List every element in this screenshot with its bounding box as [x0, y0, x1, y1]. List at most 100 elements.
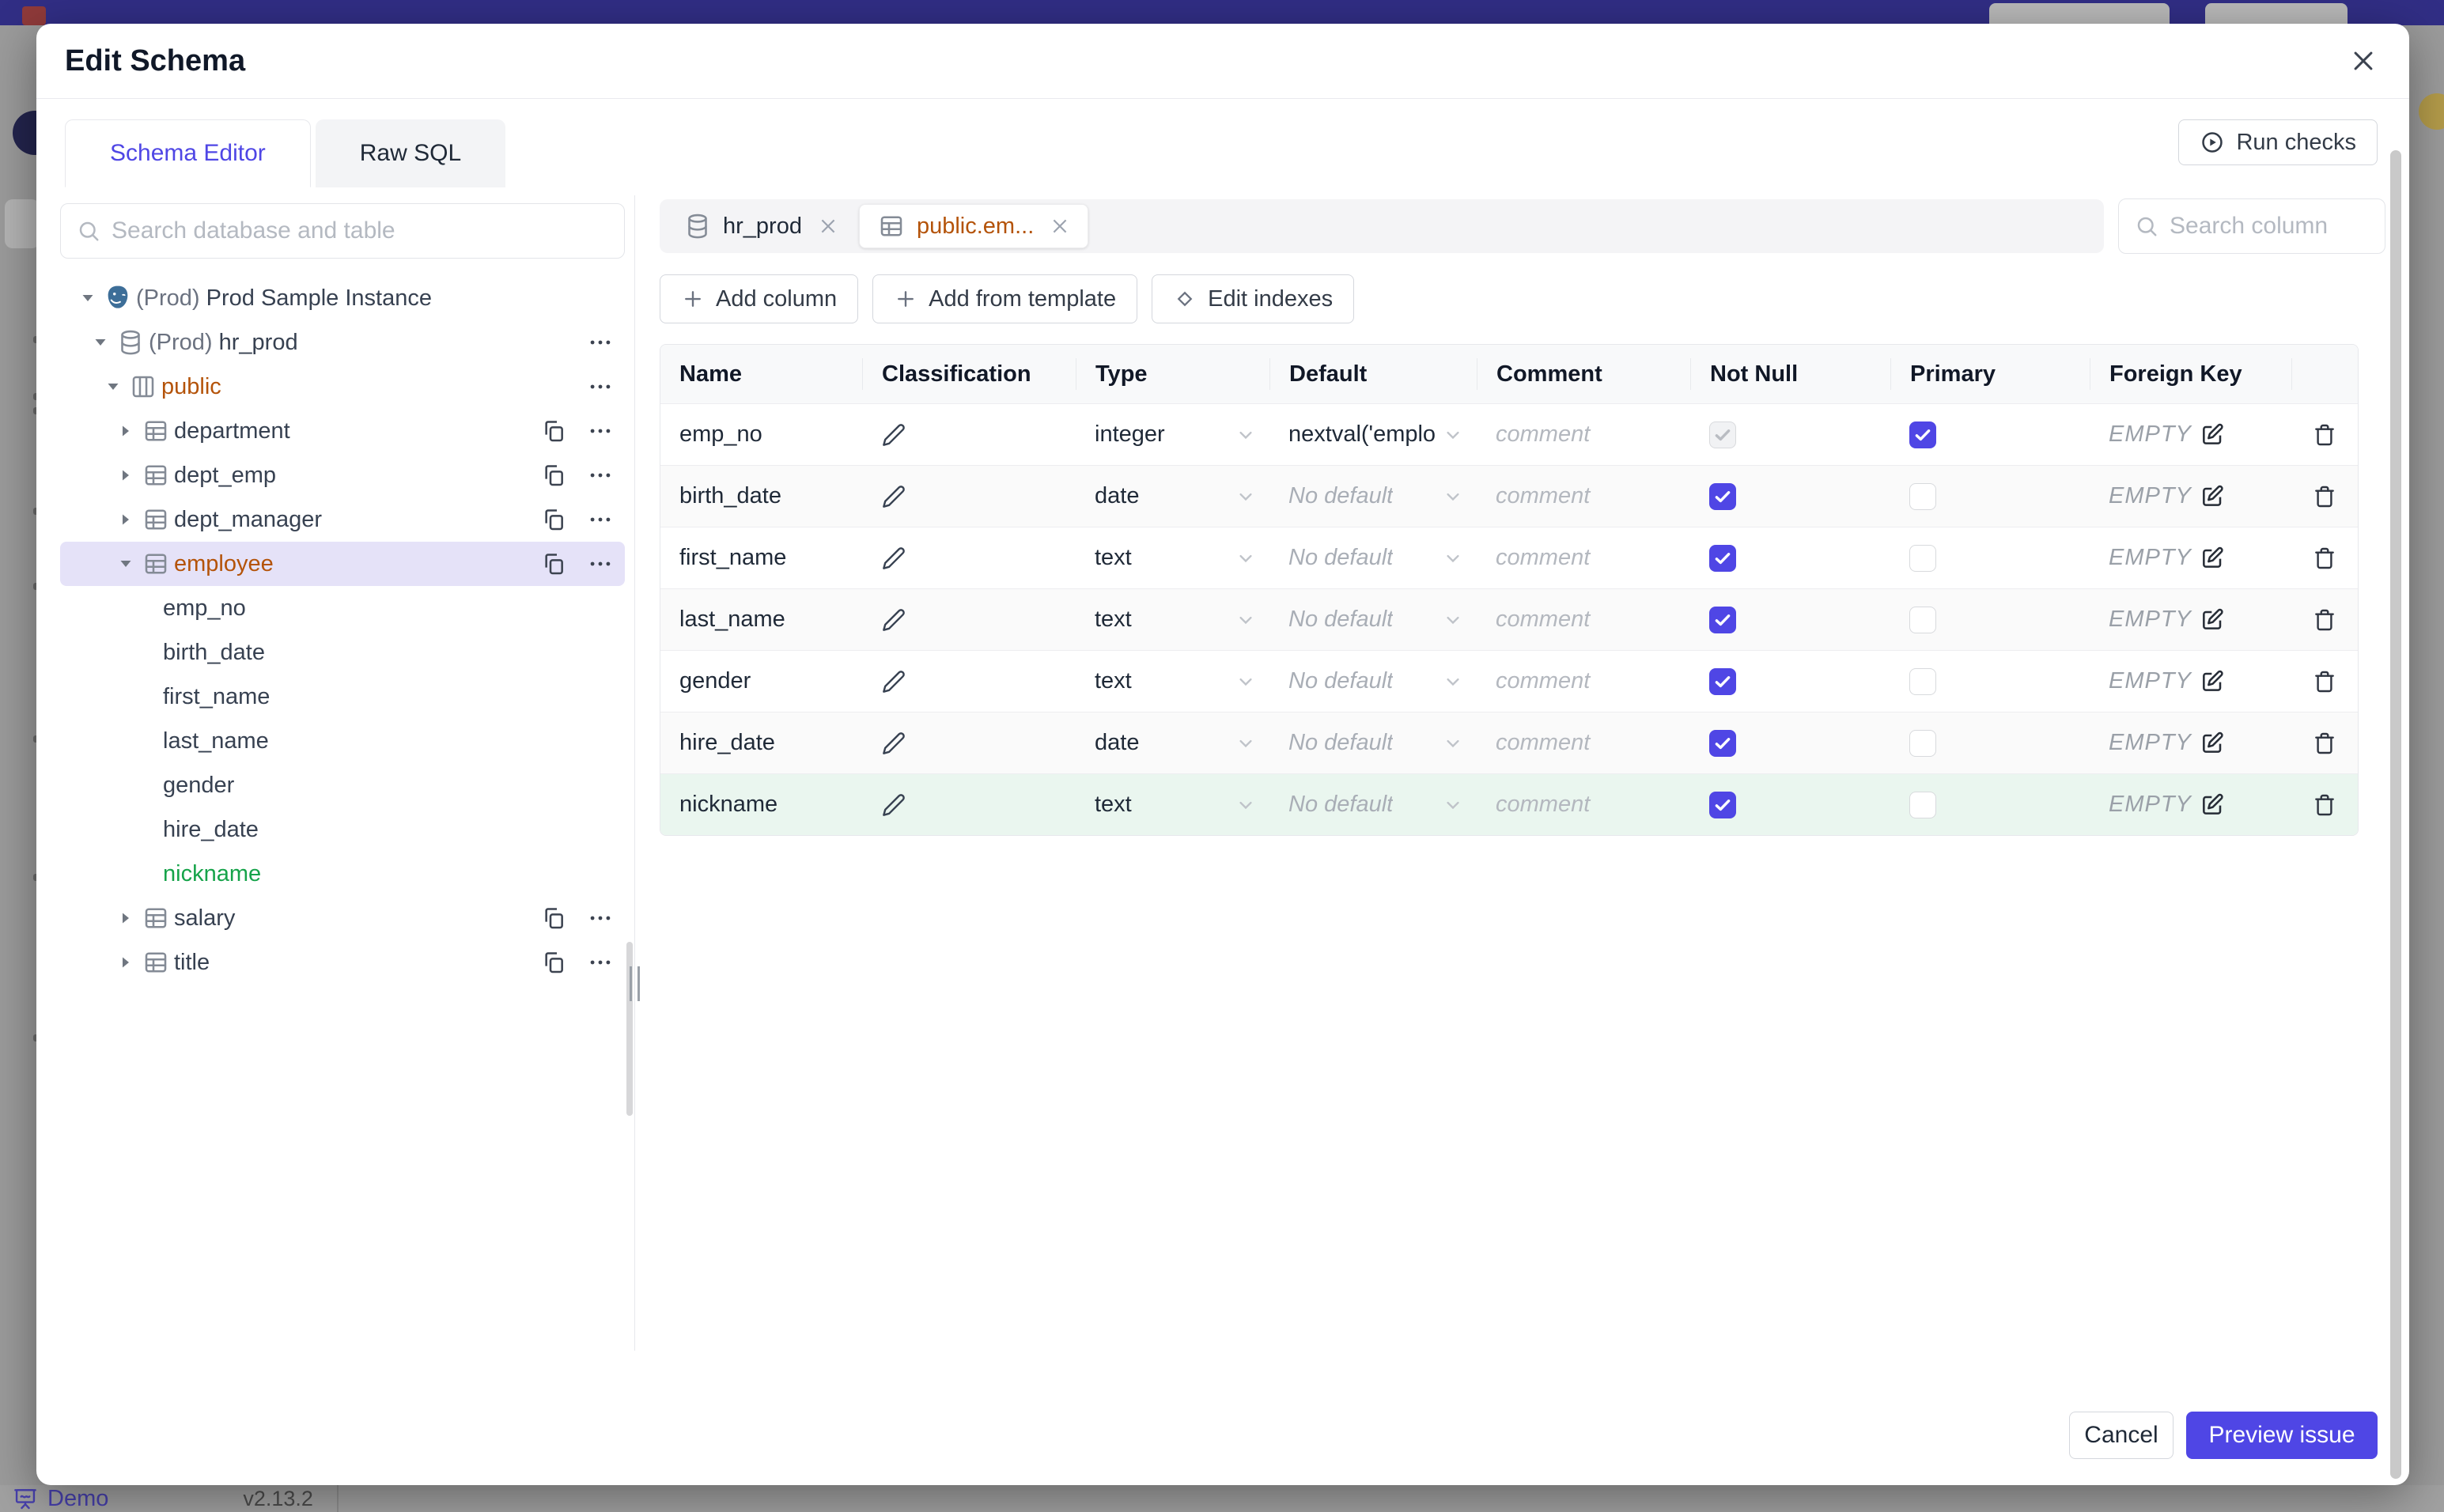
type-select[interactable]: text	[1076, 668, 1269, 694]
tab-raw-sql[interactable]: Raw SQL	[315, 119, 506, 187]
copy-icon[interactable]	[541, 463, 566, 488]
checkbox[interactable]	[1909, 544, 1936, 572]
tree-item-gender[interactable]: gender	[60, 763, 625, 807]
panel-resize-handle[interactable]	[630, 966, 640, 1001]
tree-search-input[interactable]	[112, 217, 608, 244]
column-name[interactable]: nickname	[660, 792, 862, 818]
checkbox[interactable]	[1709, 482, 1736, 510]
more-icon[interactable]	[587, 506, 614, 533]
more-icon[interactable]	[587, 905, 614, 932]
edit-icon[interactable]	[2200, 484, 2225, 509]
copy-icon[interactable]	[541, 950, 566, 975]
trash-icon[interactable]	[2312, 546, 2337, 571]
checkbox[interactable]	[1909, 667, 1936, 695]
caret-right-icon[interactable]	[114, 466, 138, 485]
add-column-button[interactable]: Add column	[660, 274, 859, 323]
not-null-checkbox[interactable]	[1690, 729, 1890, 757]
primary-checkbox[interactable]	[1890, 667, 2090, 695]
column-name[interactable]: last_name	[660, 607, 862, 633]
run-checks-button[interactable]: Run checks	[2178, 119, 2378, 165]
type-select[interactable]: text	[1076, 607, 1269, 633]
checkbox[interactable]	[1909, 482, 1936, 510]
tree-item-prod-sample-instance[interactable]: (Prod) Prod Sample Instance	[60, 276, 625, 320]
checkbox[interactable]	[1709, 606, 1736, 633]
checkbox[interactable]	[1709, 729, 1736, 757]
trash-icon[interactable]	[2312, 792, 2337, 818]
edit-icon[interactable]	[2200, 422, 2225, 448]
add-from-template-button[interactable]: Add from template	[872, 274, 1138, 323]
trash-icon[interactable]	[2312, 669, 2337, 694]
caret-right-icon[interactable]	[114, 510, 138, 529]
comment-input[interactable]: comment	[1477, 545, 1690, 571]
tree-item-first_name[interactable]: first_name	[60, 675, 625, 719]
preview-issue-button[interactable]: Preview issue	[2186, 1412, 2378, 1459]
pencil-icon[interactable]	[881, 422, 906, 448]
copy-icon[interactable]	[541, 551, 566, 576]
copy-icon[interactable]	[541, 905, 566, 931]
tree-item-nickname[interactable]: nickname	[60, 852, 625, 896]
not-null-checkbox[interactable]	[1690, 606, 1890, 633]
type-select[interactable]: text	[1076, 792, 1269, 818]
primary-checkbox[interactable]	[1890, 544, 2090, 572]
comment-input[interactable]: comment	[1477, 792, 1690, 818]
caret-right-icon[interactable]	[114, 953, 138, 972]
default-select[interactable]: No default	[1269, 668, 1477, 694]
close-icon[interactable]	[2346, 43, 2381, 78]
column-search-input[interactable]	[2170, 213, 2369, 240]
comment-input[interactable]: comment	[1477, 483, 1690, 509]
not-null-checkbox[interactable]	[1690, 791, 1890, 818]
primary-checkbox[interactable]	[1890, 791, 2090, 818]
tree-item-dept_emp[interactable]: dept_emp	[60, 453, 625, 497]
caret-down-icon[interactable]	[101, 377, 125, 396]
column-name[interactable]: first_name	[660, 545, 862, 571]
more-icon[interactable]	[587, 373, 614, 400]
close-icon[interactable]	[818, 216, 838, 236]
tree-item-last_name[interactable]: last_name	[60, 719, 625, 763]
comment-input[interactable]: comment	[1477, 668, 1690, 694]
checkbox[interactable]	[1909, 606, 1936, 633]
more-icon[interactable]	[587, 329, 614, 356]
caret-right-icon[interactable]	[114, 909, 138, 928]
default-select[interactable]: No default	[1269, 607, 1477, 633]
pencil-icon[interactable]	[881, 669, 906, 694]
modal-scrollbar[interactable]	[2390, 150, 2401, 1479]
tree-item-emp_no[interactable]: emp_no	[60, 586, 625, 630]
caret-down-icon[interactable]	[114, 554, 138, 573]
not-null-checkbox[interactable]	[1690, 667, 1890, 695]
edit-icon[interactable]	[2200, 607, 2225, 633]
trash-icon[interactable]	[2312, 731, 2337, 756]
column-name[interactable]: emp_no	[660, 421, 862, 448]
comment-input[interactable]: comment	[1477, 730, 1690, 756]
edit-icon[interactable]	[2200, 731, 2225, 756]
more-icon[interactable]	[587, 949, 614, 976]
type-select[interactable]: text	[1076, 545, 1269, 571]
tree-item-title[interactable]: title	[60, 940, 625, 985]
caret-down-icon[interactable]	[89, 333, 112, 352]
pencil-icon[interactable]	[881, 546, 906, 571]
comment-input[interactable]: comment	[1477, 607, 1690, 633]
primary-checkbox[interactable]	[1890, 482, 2090, 510]
default-select[interactable]: No default	[1269, 483, 1477, 509]
checkbox[interactable]	[1909, 421, 1936, 448]
edit-icon[interactable]	[2200, 792, 2225, 818]
tree-item-salary[interactable]: salary	[60, 896, 625, 940]
caret-down-icon[interactable]	[76, 289, 100, 308]
type-select[interactable]: date	[1076, 483, 1269, 509]
tree-item-hire_date[interactable]: hire_date	[60, 807, 625, 852]
default-select[interactable]: No default	[1269, 792, 1477, 818]
checkbox[interactable]	[1909, 729, 1936, 757]
type-select[interactable]: integer	[1076, 421, 1269, 448]
edit-indexes-button[interactable]: Edit indexes	[1152, 274, 1355, 323]
primary-checkbox[interactable]	[1890, 421, 2090, 448]
trash-icon[interactable]	[2312, 607, 2337, 633]
editor-tab-hr_prod[interactable]: hr_prod	[666, 204, 856, 248]
comment-input[interactable]: comment	[1477, 421, 1690, 448]
tree-item-hr_prod[interactable]: (Prod) hr_prod	[60, 320, 625, 365]
more-icon[interactable]	[587, 462, 614, 489]
primary-checkbox[interactable]	[1890, 729, 2090, 757]
more-icon[interactable]	[587, 550, 614, 577]
checkbox[interactable]	[1709, 544, 1736, 572]
not-null-checkbox[interactable]	[1690, 482, 1890, 510]
pencil-icon[interactable]	[881, 484, 906, 509]
default-select[interactable]: nextval('employ	[1269, 421, 1477, 448]
